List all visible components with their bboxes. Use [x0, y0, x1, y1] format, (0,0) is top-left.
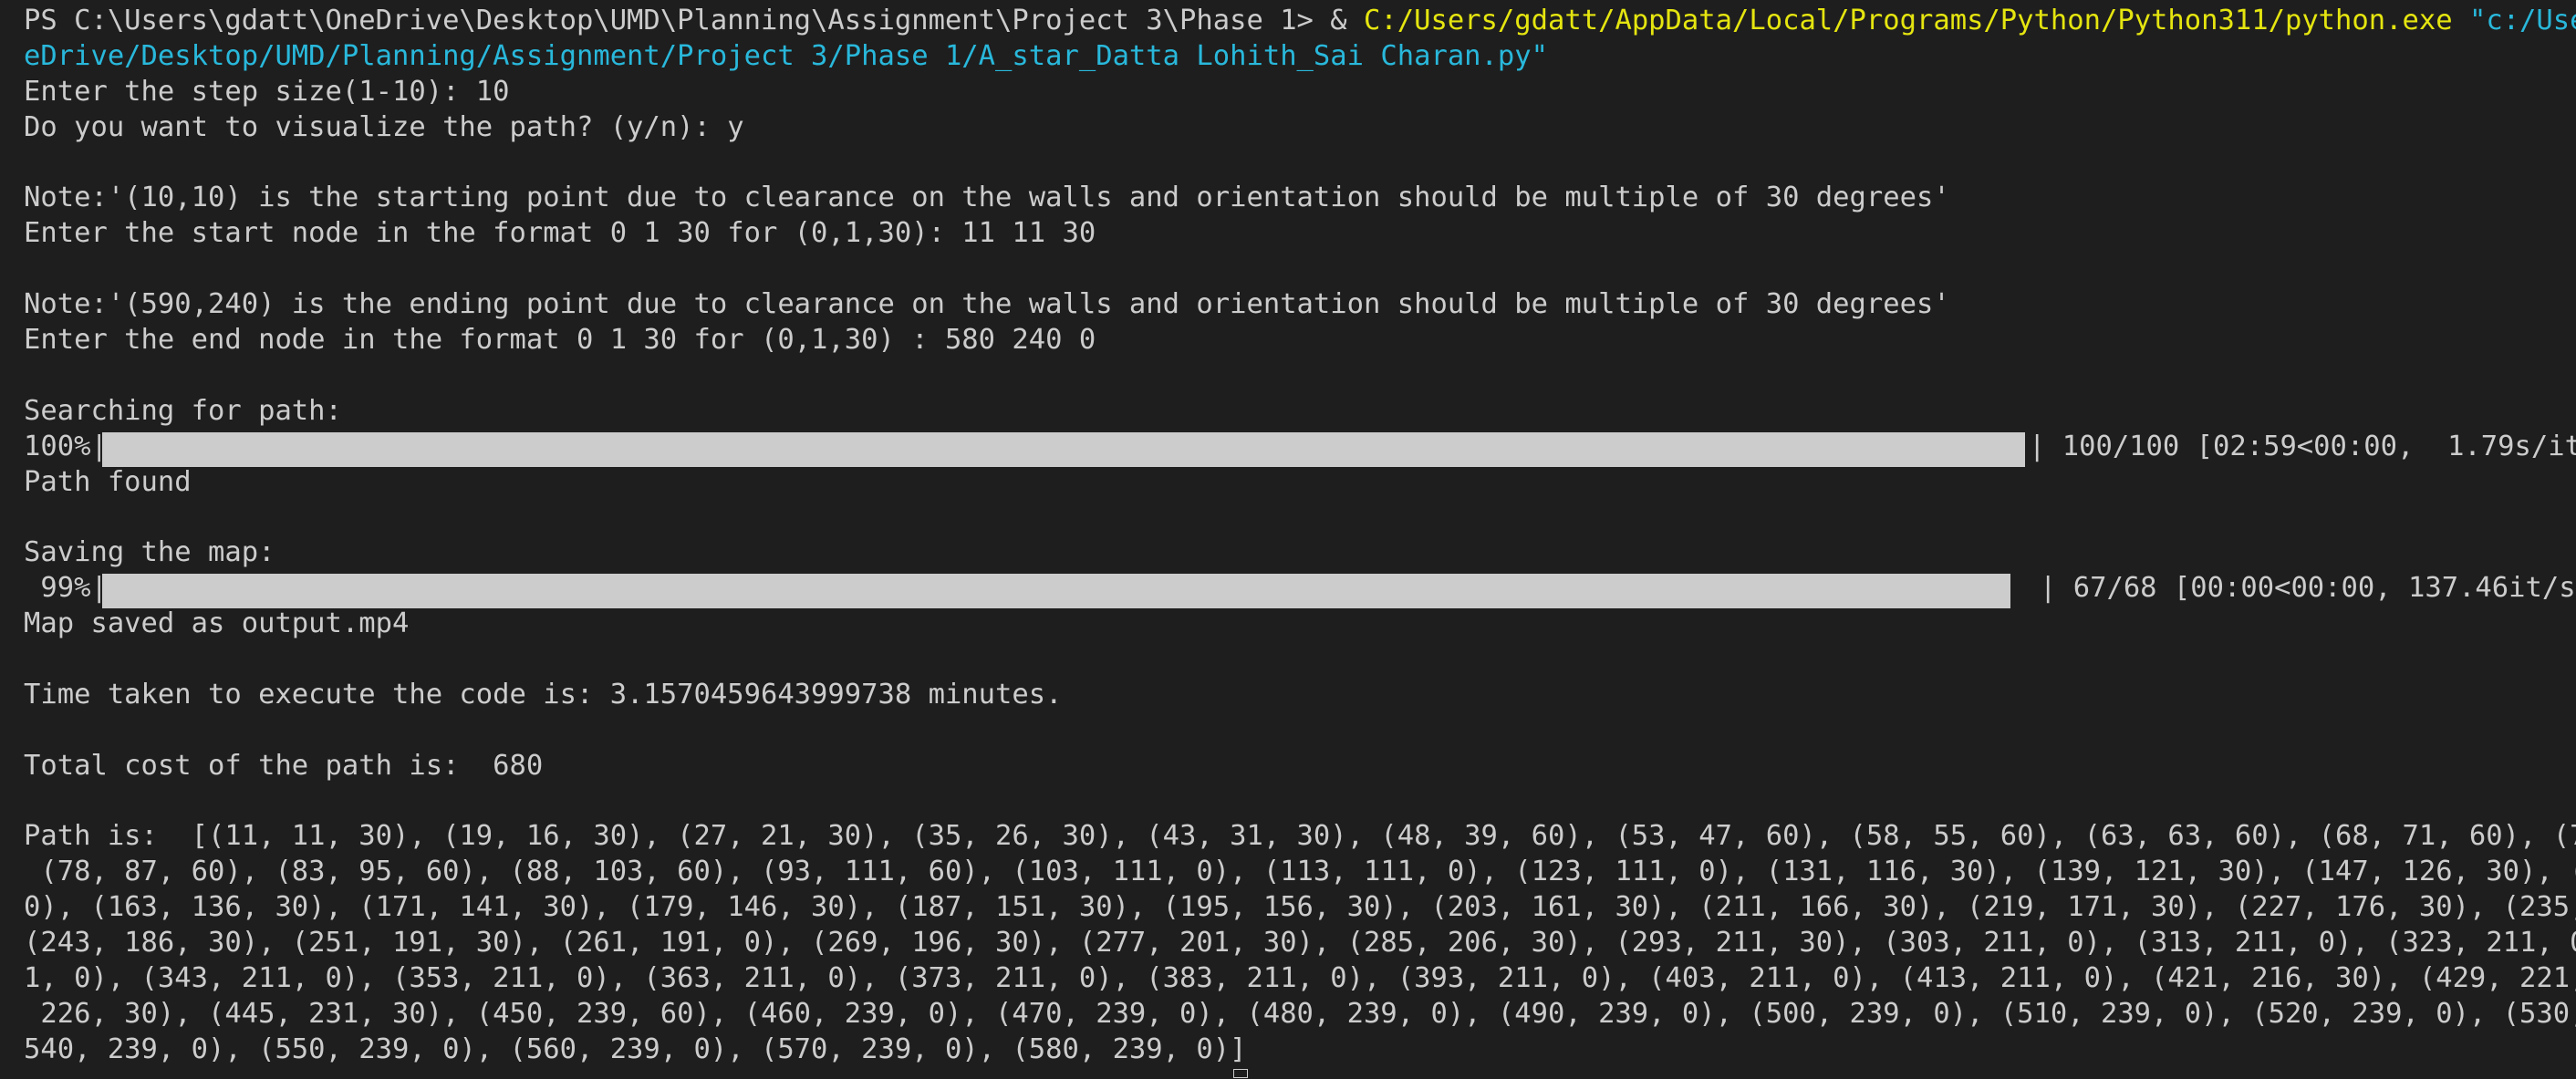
start-note: Note:'(10,10) is the starting point due … — [24, 182, 1950, 214]
script-path-continued: eDrive/Desktop/UMD/Planning/Assignment/P… — [24, 39, 1548, 72]
path-line: 540, 239, 0), (550, 239, 0), (560, 239, … — [24, 1032, 1247, 1065]
path-output: Path is: [(11, 11, 30), (19, 16, 30), (2… — [24, 819, 2576, 1067]
path-line: (78, 87, 60), (83, 95, 60), (88, 103, 60… — [24, 856, 2576, 888]
path-found-message: Path found — [24, 465, 192, 498]
path-line: 1, 0), (343, 211, 0), (353, 211, 0), (36… — [24, 962, 2576, 995]
search-progress-percent: 100%| — [24, 430, 108, 462]
path-line: Path is: [(11, 11, 30), (19, 16, 30), (2… — [24, 820, 2576, 853]
save-progress-bar — [102, 574, 2010, 609]
path-line: 0), (163, 136, 30), (171, 141, 30), (179… — [24, 891, 2576, 924]
total-cost-message: Total cost of the path is: 680 — [24, 749, 544, 782]
python-exe-path: C:/Users/gdatt/AppData/Local/Programs/Py… — [1364, 5, 2453, 36]
step-size-prompt: Enter the step size(1-10): 10 — [24, 75, 510, 108]
end-note: Note:'(590,240) is the ending point due … — [24, 288, 1950, 321]
path-line: 226, 30), (445, 231, 30), (450, 239, 60)… — [24, 997, 2576, 1030]
visualize-prompt: Do you want to visualize the path? (y/n)… — [24, 110, 744, 143]
time-taken-message: Time taken to execute the code is: 3.157… — [24, 678, 1063, 711]
save-progress-percent: 99%| — [24, 572, 108, 605]
command-line: PS C:\Users\gdatt\OneDrive\Desktop\UMD\P… — [24, 4, 2576, 39]
script-path-start: "c:/Users/gdatt/On — [2468, 5, 2576, 36]
save-header: Saving the map: — [24, 536, 275, 569]
save-progress-stats: | 67/68 [00:00<00:00, 137.46it/s] — [2040, 572, 2576, 605]
map-saved-message: Map saved as output.mp4 — [24, 607, 410, 640]
search-progress-line: 100%| | 100/100 [02:59<00:00, 1.79s/it] — [24, 430, 2576, 467]
start-node-prompt: Enter the start node in the format 0 1 3… — [24, 217, 1096, 250]
prompt-prefix: PS C:\Users\gdatt\OneDrive\Desktop\UMD\P… — [24, 5, 1365, 36]
search-progress-bar — [102, 431, 2025, 467]
save-progress-line: 99%| | 67/68 [00:00<00:00, 137.46it/s] — [24, 571, 2576, 609]
terminal-panel[interactable]: PS C:\Users\gdatt\OneDrive\Desktop\UMD\P… — [0, 0, 2576, 1079]
search-header: Searching for path: — [24, 394, 342, 427]
search-progress-stats: | 100/100 [02:59<00:00, 1.79s/it] — [2029, 430, 2576, 462]
path-line: (243, 186, 30), (251, 191, 30), (261, 19… — [24, 927, 2576, 960]
end-node-prompt: Enter the end node in the format 0 1 30 … — [24, 324, 1096, 357]
terminal-cursor — [1233, 1069, 1248, 1078]
